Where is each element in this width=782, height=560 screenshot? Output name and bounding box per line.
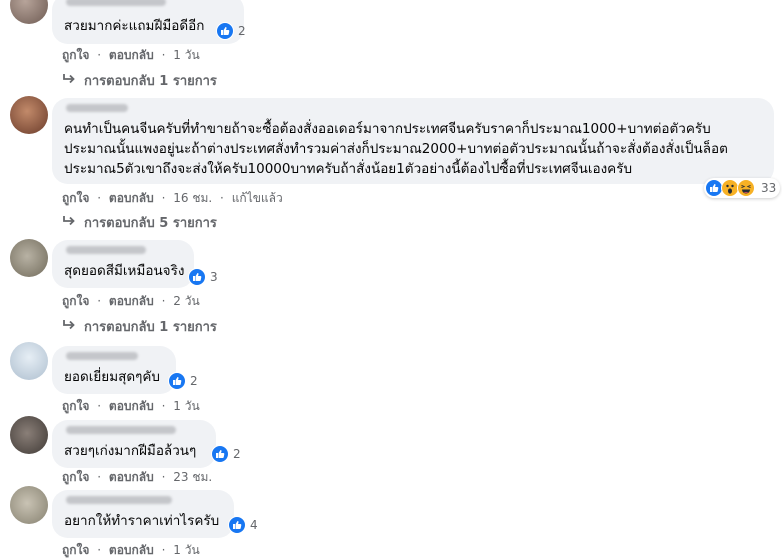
separator: · xyxy=(161,294,166,308)
like-link[interactable]: ถูกใจ xyxy=(62,191,89,205)
reply-link[interactable]: ตอบกลับ xyxy=(109,543,154,557)
separator: · xyxy=(161,399,166,413)
reaction-summary[interactable]: 3 xyxy=(188,268,218,286)
separator: · xyxy=(97,191,102,205)
view-replies-link[interactable]: การตอบกลับ 1 รายการ xyxy=(62,70,217,91)
like-link[interactable]: ถูกใจ xyxy=(62,48,89,62)
comment-bubble: อยากให้ทำราคาเท่าไรครับ xyxy=(52,490,234,538)
like-link[interactable]: ถูกใจ xyxy=(62,399,89,413)
timestamp[interactable]: 2 วัน xyxy=(173,294,199,308)
comment-actions: ถูกใจ · ตอบกลับ · 1 วัน xyxy=(62,397,200,416)
reaction-count: 2 xyxy=(238,24,246,38)
timestamp[interactable]: 1 วัน xyxy=(173,399,199,413)
haha-reaction-icon xyxy=(737,179,755,197)
separator: · xyxy=(97,543,102,557)
comment-text: ยอดเยี่ยมสุดๆคับ xyxy=(64,369,160,385)
separator: · xyxy=(97,470,102,484)
timestamp[interactable]: 1 วัน xyxy=(173,543,199,557)
separator: · xyxy=(97,48,102,62)
avatar[interactable] xyxy=(10,0,48,24)
separator: · xyxy=(97,399,102,413)
separator: · xyxy=(161,191,166,205)
view-replies-link[interactable]: การตอบกลับ 5 รายการ xyxy=(62,212,217,233)
comment-text: ประมาณ5ตัวเขาถึงจะส่งให้ครับ10000บาทครับ… xyxy=(64,161,633,177)
separator: · xyxy=(161,470,166,484)
replies-label: การตอบกลับ 1 รายการ xyxy=(84,320,217,335)
reaction-summary[interactable]: 33 xyxy=(704,178,781,198)
avatar[interactable] xyxy=(10,342,48,380)
reaction-summary[interactable]: 2 xyxy=(211,445,241,463)
timestamp[interactable]: 16 ชม. xyxy=(173,191,212,205)
reply-link[interactable]: ตอบกลับ xyxy=(109,48,154,62)
comment-text: สุดยอดสีมีเหมือนจริง xyxy=(64,263,185,279)
reaction-summary[interactable]: 2 xyxy=(168,372,198,390)
reaction-count: 33 xyxy=(761,181,777,195)
comment-actions: ถูกใจ · ตอบกลับ · 1 วัน xyxy=(62,46,200,65)
replies-label: การตอบกลับ 5 รายการ xyxy=(84,216,217,231)
like-link[interactable]: ถูกใจ xyxy=(62,543,89,557)
reaction-count: 2 xyxy=(190,374,198,388)
like-link[interactable]: ถูกใจ xyxy=(62,294,89,308)
reaction-count: 3 xyxy=(210,270,218,284)
comment-bubble: สุดยอดสีมีเหมือนจริง xyxy=(52,240,194,288)
comment-bubble: คนทำเป็นคนจีนครับที่ทำขายถ้าจะซื้อต้องสั… xyxy=(52,98,774,184)
avatar[interactable] xyxy=(10,486,48,524)
comment-bubble: สวยๆเก่งมากฝีมือล้วนๆ xyxy=(52,420,216,468)
comment-text: อยากให้ทำราคาเท่าไรครับ xyxy=(64,513,220,529)
commenter-name-blurred[interactable] xyxy=(66,104,128,112)
like-reaction-icon xyxy=(188,268,206,286)
replies-label: การตอบกลับ 1 รายการ xyxy=(84,74,217,89)
comment-actions: ถูกใจ · ตอบกลับ · 23 ชม. xyxy=(62,468,212,487)
reaction-summary[interactable]: 4 xyxy=(228,516,258,534)
comment-text: สวยๆเก่งมากฝีมือล้วนๆ xyxy=(64,443,197,459)
timestamp[interactable]: 1 วัน xyxy=(173,48,199,62)
commenter-name-blurred[interactable] xyxy=(66,426,176,434)
avatar[interactable] xyxy=(10,416,48,454)
commenter-name-blurred[interactable] xyxy=(66,0,166,6)
like-reaction-icon xyxy=(168,372,186,390)
reaction-summary[interactable]: 2 xyxy=(216,22,246,40)
comment-text: สวยมากค่ะแถมฝีมือดีอีก xyxy=(64,18,205,34)
reaction-count: 2 xyxy=(233,447,241,461)
like-reaction-icon xyxy=(228,516,246,534)
separator: · xyxy=(97,294,102,308)
reply-arrow-icon xyxy=(62,319,76,335)
comment-actions: ถูกใจ · ตอบกลับ · 16 ชม. · แก้ไขแล้ว xyxy=(62,189,283,208)
like-link[interactable]: ถูกใจ xyxy=(62,470,89,484)
separator: · xyxy=(161,543,166,557)
comment-text: คนทำเป็นคนจีนครับที่ทำขายถ้าจะซื้อต้องสั… xyxy=(64,121,711,137)
reply-link[interactable]: ตอบกลับ xyxy=(109,399,154,413)
reply-arrow-icon xyxy=(62,215,76,231)
reply-link[interactable]: ตอบกลับ xyxy=(109,191,154,205)
separator: · xyxy=(161,48,166,62)
like-reaction-icon xyxy=(211,445,229,463)
commenter-name-blurred[interactable] xyxy=(66,246,146,254)
commenter-name-blurred[interactable] xyxy=(66,496,172,504)
comment-text: ประมาณนั้นแพงอยู่นะถ้าต่างประเทศสั่งทำรว… xyxy=(64,141,728,157)
reply-link[interactable]: ตอบกลับ xyxy=(109,470,154,484)
like-reaction-icon xyxy=(216,22,234,40)
view-replies-link[interactable]: การตอบกลับ 1 รายการ xyxy=(62,316,217,337)
comment-bubble: ยอดเยี่ยมสุดๆคับ xyxy=(52,346,176,394)
comment-actions: ถูกใจ · ตอบกลับ · 1 วัน xyxy=(62,541,200,560)
comment-actions: ถูกใจ · ตอบกลับ · 2 วัน xyxy=(62,292,200,311)
timestamp[interactable]: 23 ชม. xyxy=(173,470,212,484)
avatar[interactable] xyxy=(10,96,48,134)
reply-arrow-icon xyxy=(62,73,76,89)
separator: · xyxy=(220,191,224,205)
avatar[interactable] xyxy=(10,239,48,277)
reply-link[interactable]: ตอบกลับ xyxy=(109,294,154,308)
commenter-name-blurred[interactable] xyxy=(66,352,138,360)
edited-label[interactable]: แก้ไขแล้ว xyxy=(232,191,283,205)
reaction-count: 4 xyxy=(250,518,258,532)
